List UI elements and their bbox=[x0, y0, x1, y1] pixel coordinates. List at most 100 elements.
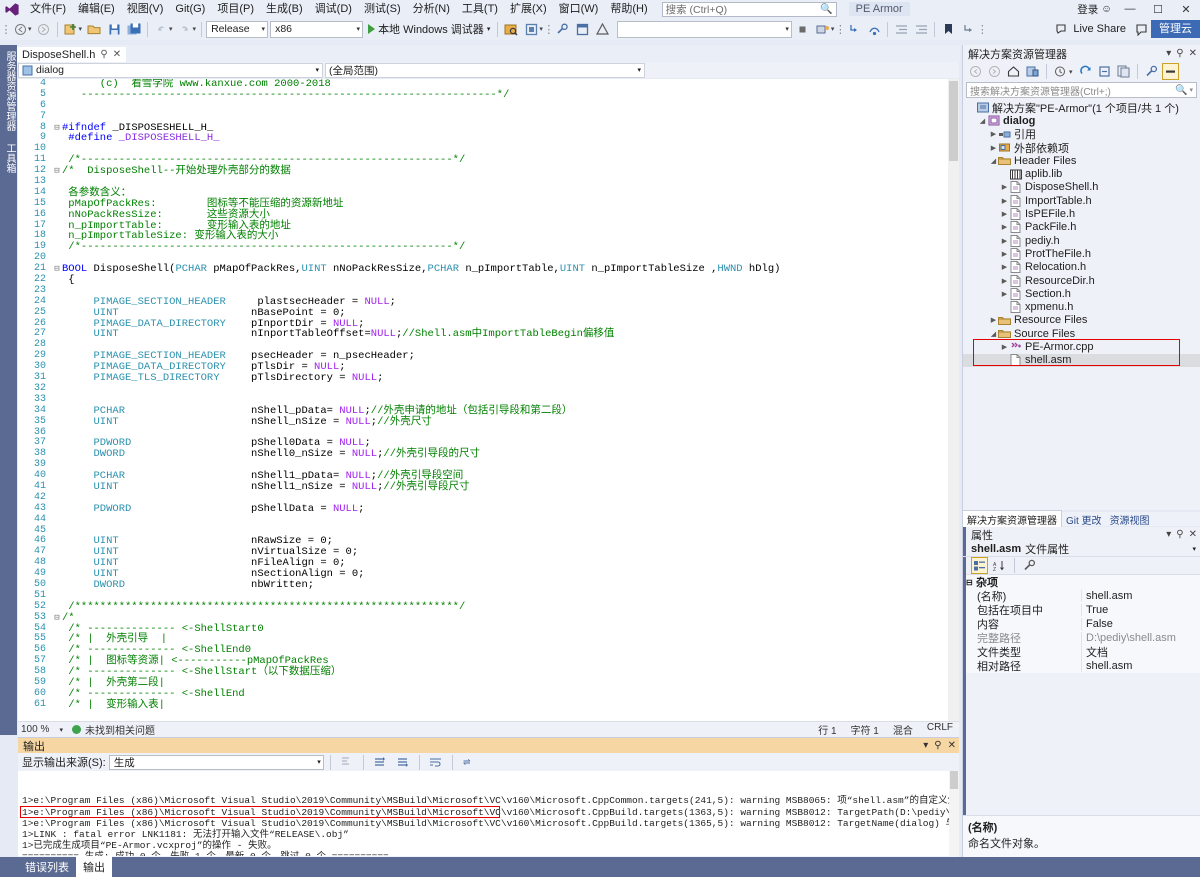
tree-node-pediy.h[interactable]: ▶pediy.h bbox=[963, 234, 1200, 247]
menu-item-0[interactable]: 文件(F) bbox=[24, 0, 72, 18]
fold-toggle-icon[interactable]: ⊟ bbox=[52, 613, 62, 624]
undo-dropdown-icon[interactable]: ▾ bbox=[169, 25, 173, 33]
property-row[interactable]: 内容False bbox=[963, 617, 1200, 631]
output-vertical-scrollbar[interactable] bbox=[949, 771, 959, 856]
indent-increase-icon[interactable] bbox=[911, 19, 931, 39]
editor-vertical-scrollbar[interactable] bbox=[948, 79, 959, 721]
sign-in-button[interactable]: 登录 ☺ bbox=[1073, 2, 1116, 17]
start-debugging-button[interactable]: 本地 Windows 调试器 ▾ bbox=[364, 20, 494, 38]
expander-collapsed-icon[interactable]: ▶ bbox=[1000, 250, 1009, 258]
zoom-control[interactable]: 100 % ▾ bbox=[18, 724, 66, 735]
pin-icon[interactable]: ⚲ bbox=[100, 49, 107, 60]
solution-platform-combo[interactable]: x86 ▾ bbox=[270, 21, 363, 38]
menu-item-4[interactable]: 项目(P) bbox=[211, 0, 260, 18]
error-list-icon[interactable] bbox=[593, 19, 613, 39]
left-strip-tab-1[interactable]: 工具箱 bbox=[0, 137, 19, 179]
menu-item-9[interactable]: 工具(T) bbox=[456, 0, 504, 18]
redo-dropdown-icon[interactable]: ▾ bbox=[193, 25, 197, 33]
select-in-solution-explorer-icon[interactable] bbox=[521, 19, 541, 39]
code-editor[interactable]: 4 (c) 看雪学院 www.kanxue.com 2000-20185 ---… bbox=[18, 79, 959, 721]
home-icon[interactable] bbox=[1005, 63, 1022, 80]
solution-overview-icon[interactable] bbox=[1024, 63, 1041, 80]
tree-node-dialog[interactable]: ◢dialog bbox=[963, 114, 1200, 127]
menu-item-12[interactable]: 帮助(H) bbox=[604, 0, 653, 18]
fold-toggle-icon[interactable]: ⊟ bbox=[52, 264, 62, 275]
menu-item-6[interactable]: 调试(D) bbox=[309, 0, 358, 18]
expander-collapsed-icon[interactable]: ▶ bbox=[1000, 277, 1009, 285]
open-file-icon[interactable] bbox=[84, 19, 104, 39]
go-to-next-icon[interactable] bbox=[393, 752, 413, 772]
pin-icon[interactable]: ⚲ bbox=[1176, 529, 1183, 540]
clear-all-icon[interactable] bbox=[337, 752, 357, 772]
maximize-button[interactable]: ☐ bbox=[1144, 0, 1172, 18]
categorized-view-icon[interactable] bbox=[971, 557, 988, 574]
property-row[interactable]: 相对路径shell.asm bbox=[963, 659, 1200, 673]
menu-item-8[interactable]: 分析(N) bbox=[407, 0, 456, 18]
tree-node-[interactable]: ▶外部依赖项 bbox=[963, 141, 1200, 154]
expander-collapsed-icon[interactable]: ▶ bbox=[1000, 290, 1009, 298]
expander-collapsed-icon[interactable]: ▶ bbox=[1000, 223, 1009, 231]
save-icon[interactable] bbox=[104, 19, 124, 39]
redo-icon[interactable] bbox=[175, 19, 195, 39]
indent-decrease-icon[interactable] bbox=[891, 19, 911, 39]
manage-cloud-button[interactable]: 管理云 bbox=[1151, 20, 1200, 38]
forward-icon[interactable] bbox=[986, 63, 1003, 80]
close-button[interactable]: ✕ bbox=[1172, 0, 1200, 18]
nav-member-combo[interactable]: (全局范围) ▾ bbox=[325, 63, 645, 78]
output-scroll-thumb[interactable] bbox=[950, 771, 958, 789]
expander-expanded-icon[interactable]: ◢ bbox=[978, 117, 987, 125]
tree-node-section.h[interactable]: ▶Section.h bbox=[963, 287, 1200, 300]
toolbox-icon[interactable] bbox=[573, 19, 593, 39]
tree-node-ispefile.h[interactable]: ▶IsPEFile.h bbox=[963, 207, 1200, 220]
property-row[interactable]: (名称)shell.asm bbox=[963, 589, 1200, 603]
menu-item-11[interactable]: 窗口(W) bbox=[553, 0, 605, 18]
solution-panel-tab-1[interactable]: Git 更改 bbox=[1062, 511, 1106, 528]
toggle-message-icon[interactable]: ⇌ bbox=[459, 752, 479, 772]
tree-node-importtable.h[interactable]: ▶ImportTable.h bbox=[963, 194, 1200, 207]
find-combo[interactable]: ▾ bbox=[617, 21, 792, 38]
toolbar-grip-2[interactable]: ⋮ bbox=[545, 21, 553, 37]
new-project-icon[interactable] bbox=[61, 19, 81, 39]
stop-icon[interactable] bbox=[793, 19, 813, 39]
property-value[interactable]: shell.asm bbox=[1081, 660, 1200, 672]
save-all-icon[interactable] bbox=[124, 19, 144, 39]
go-to-previous-icon[interactable] bbox=[370, 752, 390, 772]
chevron-down-icon[interactable]: ▾ bbox=[1166, 529, 1171, 540]
quick-search-box[interactable]: 搜索 (Ctrl+Q) 🔍 bbox=[662, 2, 837, 17]
expander-expanded-icon[interactable]: ⊟ bbox=[966, 578, 976, 587]
property-value[interactable]: D:\pediy\shell.asm bbox=[1081, 632, 1200, 644]
tree-node-relocation.h[interactable]: ▶Relocation.h bbox=[963, 261, 1200, 274]
expander-collapsed-icon[interactable]: ▶ bbox=[989, 144, 998, 152]
editor-scroll-thumb[interactable] bbox=[949, 81, 958, 161]
tree-node-disposeshell.h[interactable]: ▶DisposeShell.h bbox=[963, 181, 1200, 194]
close-icon[interactable]: ✕ bbox=[1189, 529, 1197, 540]
expander-collapsed-icon[interactable]: ▶ bbox=[1000, 183, 1009, 191]
menu-item-3[interactable]: Git(G) bbox=[169, 0, 211, 18]
solution-panel-tab-0[interactable]: 解决方案资源管理器 bbox=[962, 510, 1062, 528]
property-value[interactable]: False bbox=[1081, 618, 1200, 630]
tree-node-shell.asm[interactable]: shell.asm bbox=[963, 354, 1200, 367]
attach-process-icon[interactable] bbox=[813, 19, 833, 39]
pin-icon[interactable]: ⚲ bbox=[1176, 48, 1183, 59]
menu-item-2[interactable]: 视图(V) bbox=[121, 0, 170, 18]
properties-window-icon[interactable] bbox=[553, 19, 573, 39]
toolbar-grip[interactable]: ⋮ bbox=[2, 21, 10, 37]
properties-icon[interactable] bbox=[1143, 63, 1160, 80]
select-dropdown-icon[interactable]: ▾ bbox=[539, 25, 543, 33]
attach-dropdown-icon[interactable]: ▾ bbox=[831, 25, 835, 33]
back-icon[interactable] bbox=[967, 63, 984, 80]
solution-panel-tab-2[interactable]: 资源视图 bbox=[1106, 511, 1154, 528]
toolbar-grip-3[interactable]: ⋮ bbox=[836, 21, 844, 37]
tree-node-[interactable]: ▶引用 bbox=[963, 128, 1200, 141]
output-text[interactable]: 1>e:\Program Files (x86)\Microsoft Visua… bbox=[18, 771, 959, 856]
expander-collapsed-icon[interactable]: ▶ bbox=[989, 130, 998, 138]
property-pages-icon[interactable] bbox=[1021, 557, 1038, 574]
property-row[interactable]: 包括在项目中True bbox=[963, 603, 1200, 617]
menu-item-10[interactable]: 扩展(X) bbox=[504, 0, 553, 18]
tree-node-pe-armor11[interactable]: 解决方案"PE-Armor"(1 个项目/共 1 个) bbox=[963, 101, 1200, 114]
bottom-tab-1[interactable]: 输出 bbox=[76, 856, 112, 877]
navigate-back-icon[interactable] bbox=[10, 19, 30, 39]
minimize-button[interactable]: — bbox=[1116, 0, 1144, 18]
expander-expanded-icon[interactable]: ◢ bbox=[989, 157, 998, 165]
expander-expanded-icon[interactable]: ◢ bbox=[989, 330, 998, 338]
